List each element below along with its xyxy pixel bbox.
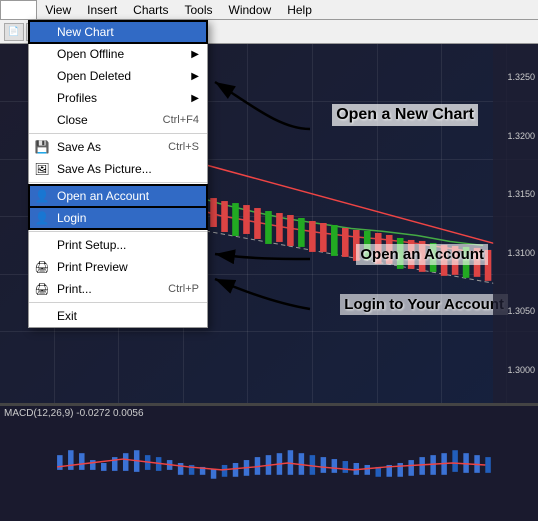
menu-item-exit[interactable]: Exit — [29, 305, 207, 327]
menu-item-close[interactable]: Close Ctrl+F4 — [29, 109, 207, 131]
menu-view[interactable]: View — [37, 1, 79, 19]
annotation-new-chart: Open a New Chart — [332, 104, 478, 126]
close-label: Close — [57, 113, 88, 127]
login-label: Login — [57, 211, 86, 225]
menu-insert[interactable]: Insert — [79, 1, 125, 19]
print-shortcut: Ctrl+P — [168, 283, 199, 295]
menu-item-print-preview[interactable]: 🖨 Print Preview — [29, 256, 207, 278]
menu-sep-4 — [29, 302, 207, 303]
menu-window[interactable]: Window — [221, 1, 280, 19]
macd-chart — [0, 406, 538, 521]
open-account-label: Open an Account — [57, 189, 149, 203]
menu-sep-1 — [29, 133, 207, 134]
save-icon: 💾 — [33, 138, 51, 156]
open-deleted-label: Open Deleted — [57, 69, 131, 83]
y-label-3: 1.3150 — [493, 189, 538, 199]
toolbar-new[interactable]: 📄 — [4, 23, 24, 41]
save-as-label: Save As — [57, 140, 101, 154]
y-label-5: 1.3050 — [493, 306, 538, 316]
new-chart-label: New Chart — [57, 25, 114, 39]
menu-sep-2 — [29, 182, 207, 183]
menu-item-save-as[interactable]: 💾 Save As Ctrl+S — [29, 136, 207, 158]
print-preview-label: Print Preview — [57, 260, 128, 274]
menu-sep-3 — [29, 231, 207, 232]
save-picture-label: Save As Picture... — [57, 162, 152, 176]
submenu-arrow: ▶ — [191, 49, 199, 60]
menu-help[interactable]: Help — [279, 1, 320, 19]
menu-item-open-offline[interactable]: Open Offline ▶ — [29, 43, 207, 65]
exit-label: Exit — [57, 309, 77, 323]
save-shortcut: Ctrl+S — [168, 141, 199, 153]
menu-item-profiles[interactable]: Profiles ▶ — [29, 87, 207, 109]
macd-area: MACD(12,26,9) -0.0272 0.0056 — [0, 404, 538, 521]
menu-item-open-deleted[interactable]: Open Deleted ▶ — [29, 65, 207, 87]
print-setup-label: Print Setup... — [57, 238, 126, 252]
y-label-2: 1.3200 — [493, 131, 538, 141]
menu-file[interactable]: File — [0, 0, 37, 19]
menu-item-open-account[interactable]: 👤 Open an Account — [29, 185, 207, 207]
print-icon: 🖨 — [33, 280, 51, 298]
menu-item-print[interactable]: 🖨 Print... Ctrl+P — [29, 278, 207, 300]
close-shortcut: Ctrl+F4 — [163, 114, 199, 126]
picture-icon: 🖼 — [33, 160, 51, 178]
annotation-login: Login to Your Account — [340, 294, 508, 315]
menu-tools[interactable]: Tools — [177, 1, 221, 19]
login-icon: 👤 — [33, 209, 51, 227]
y-label-6: 1.3000 — [493, 365, 538, 375]
print-label: Print... — [57, 282, 92, 296]
y-label-1: 1.3250 — [493, 72, 538, 82]
menu-item-login[interactable]: 👤 Login — [29, 207, 207, 229]
y-axis: 1.3250 1.3200 1.3150 1.3100 1.3050 1.300… — [493, 44, 538, 403]
submenu-arrow-deleted: ▶ — [191, 71, 199, 82]
menu-charts[interactable]: Charts — [125, 1, 176, 19]
account-icon: 👤 — [33, 187, 51, 205]
y-label-4: 1.3100 — [493, 248, 538, 258]
file-dropdown-menu: New Chart Open Offline ▶ Open Deleted ▶ … — [28, 20, 208, 328]
print-preview-icon: 🖨 — [33, 258, 51, 276]
menu-item-save-picture[interactable]: 🖼 Save As Picture... — [29, 158, 207, 180]
submenu-arrow-profiles: ▶ — [191, 93, 199, 104]
menu-bar: File View Insert Charts Tools Window Hel… — [0, 0, 538, 20]
menu-item-print-setup[interactable]: Print Setup... — [29, 234, 207, 256]
profiles-label: Profiles — [57, 91, 97, 105]
annotation-open-account: Open an Account — [356, 244, 488, 265]
menu-item-new-chart[interactable]: New Chart — [29, 21, 207, 43]
open-offline-label: Open Offline — [57, 47, 124, 61]
